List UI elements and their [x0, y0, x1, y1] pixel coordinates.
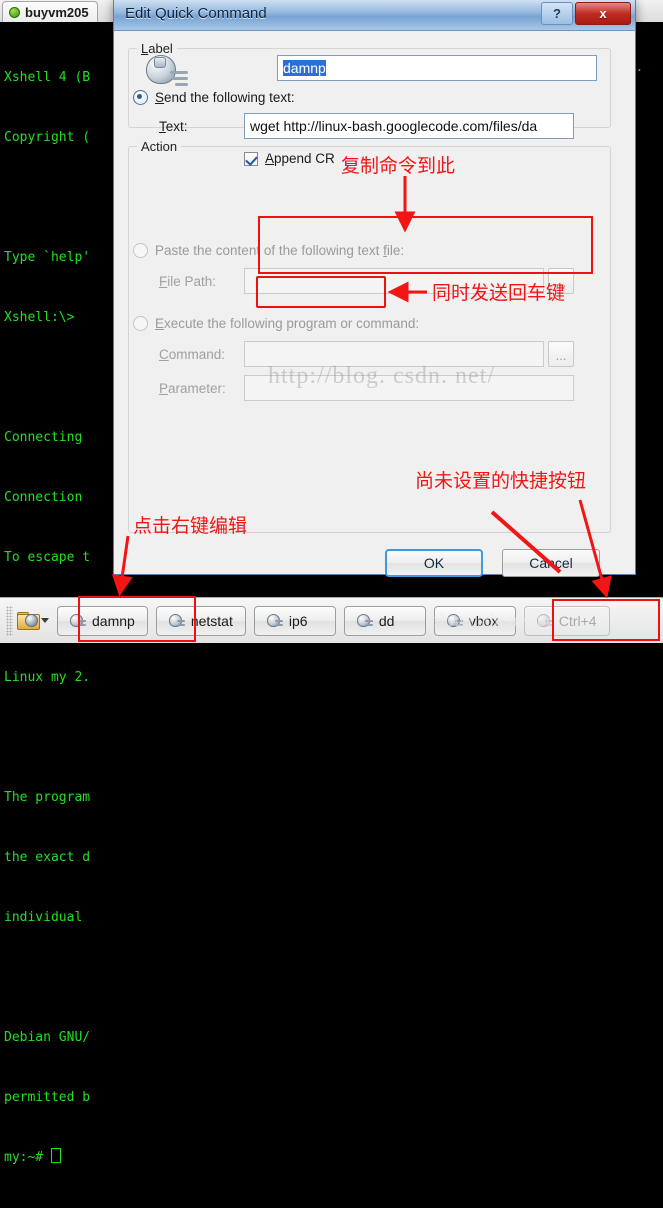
- quick-command-button-label: ip6: [288, 612, 308, 629]
- quick-command-set-icon: [17, 611, 40, 630]
- label-group-legend-rest: abel: [148, 41, 173, 56]
- dialog-title: Edit Quick Command: [125, 5, 267, 22]
- radio-send-text[interactable]: Send the following text:: [133, 90, 295, 105]
- plug-icon: [70, 613, 86, 628]
- quick-command-button-ip6[interactable]: ip6: [253, 605, 336, 636]
- radio-paste-file[interactable]: Paste the content of the following text …: [133, 243, 404, 258]
- terminal-prompt: my:~#: [4, 1150, 51, 1165]
- radio-execute-command-label: Execute the following program or command…: [155, 316, 420, 331]
- action-group-legend: Action: [141, 139, 178, 154]
- close-icon[interactable]: x: [575, 2, 631, 25]
- append-cr-checkbox[interactable]: Append CR: [244, 151, 335, 166]
- quick-command-button-label: Ctrl+4: [558, 612, 597, 629]
- browse-file-path-button[interactable]: ...: [548, 268, 574, 294]
- action-group: Action: [128, 139, 611, 533]
- text-field-label: Text:: [159, 119, 188, 134]
- quick-command-set-button[interactable]: [17, 611, 49, 630]
- terminal-tab-label: buyvm205: [25, 5, 89, 20]
- ok-button[interactable]: OK: [385, 549, 483, 577]
- radio-execute-command[interactable]: Execute the following program or command…: [133, 316, 419, 331]
- quick-command-plug-icon: [144, 55, 188, 95]
- terminal-line: Linux my 2.: [4, 670, 91, 685]
- terminal-line: permitted b: [4, 1090, 91, 1105]
- plug-icon: [446, 613, 463, 628]
- radio-button-icon: [133, 316, 148, 331]
- toolbar-grip-handle[interactable]: [6, 605, 13, 636]
- terminal-line: The program: [4, 790, 91, 805]
- label-group-legend: Label: [141, 41, 173, 56]
- quick-command-button-label: vbox: [468, 612, 499, 629]
- quick-command-button-netstat[interactable]: netstat: [155, 605, 246, 636]
- terminal-line: Debian GNU/: [4, 1030, 91, 1045]
- parameter-label: Parameter:: [159, 381, 226, 396]
- help-icon[interactable]: ?: [541, 2, 573, 25]
- command-label: Command:: [159, 347, 226, 362]
- quick-command-button-label: damnp: [92, 612, 135, 629]
- edit-quick-command-dialog: Edit Quick Command ? x Label Action Send…: [113, 0, 636, 577]
- plug-icon: [536, 613, 553, 628]
- text-input[interactable]: [244, 113, 574, 139]
- radio-button-icon: [133, 90, 148, 105]
- quick-command-button-vbox[interactable]: vbox: [433, 605, 516, 636]
- terminal-tab-buyvm205[interactable]: buyvm205: [2, 1, 98, 23]
- plug-icon: [168, 613, 185, 628]
- quick-command-button-unset[interactable]: Ctrl+4: [523, 605, 610, 636]
- radio-button-icon: [133, 243, 148, 258]
- chevron-down-icon[interactable]: [41, 618, 49, 623]
- radio-paste-file-label: Paste the content of the following text …: [155, 243, 405, 258]
- append-cr-label: Append CR: [265, 151, 335, 166]
- terminal-line: individual: [4, 910, 91, 925]
- radio-send-text-label: Send the following text:: [155, 90, 295, 105]
- quick-command-bar: damnp netstat ip6 dd vbox Ctrl+4: [0, 597, 663, 643]
- green-dot-icon: [9, 7, 20, 18]
- plug-icon: [356, 613, 373, 628]
- checkbox-icon: [244, 151, 258, 166]
- file-path-input[interactable]: [244, 268, 544, 294]
- quick-command-button-damnp[interactable]: damnp: [57, 605, 148, 636]
- label-input[interactable]: [277, 55, 597, 81]
- dialog-titlebar[interactable]: Edit Quick Command ? x: [114, 0, 635, 31]
- quick-command-button-label: dd: [378, 612, 395, 629]
- command-input[interactable]: [244, 341, 544, 367]
- cancel-button[interactable]: Cancel: [502, 549, 600, 577]
- plug-icon: [266, 613, 283, 628]
- terminal-cursor: [50, 1148, 61, 1163]
- parameter-input[interactable]: [244, 375, 574, 401]
- browse-command-button[interactable]: ...: [548, 341, 574, 367]
- quick-command-button-dd[interactable]: dd: [343, 605, 426, 636]
- terminal-prompt-line: my:~#: [4, 1148, 663, 1168]
- file-path-label: File Path:: [159, 274, 217, 289]
- dialog-body: Label Action Send the following text: Te…: [114, 31, 635, 577]
- terminal-line: the exact d: [4, 850, 91, 865]
- quick-command-button-label: netstat: [190, 612, 233, 629]
